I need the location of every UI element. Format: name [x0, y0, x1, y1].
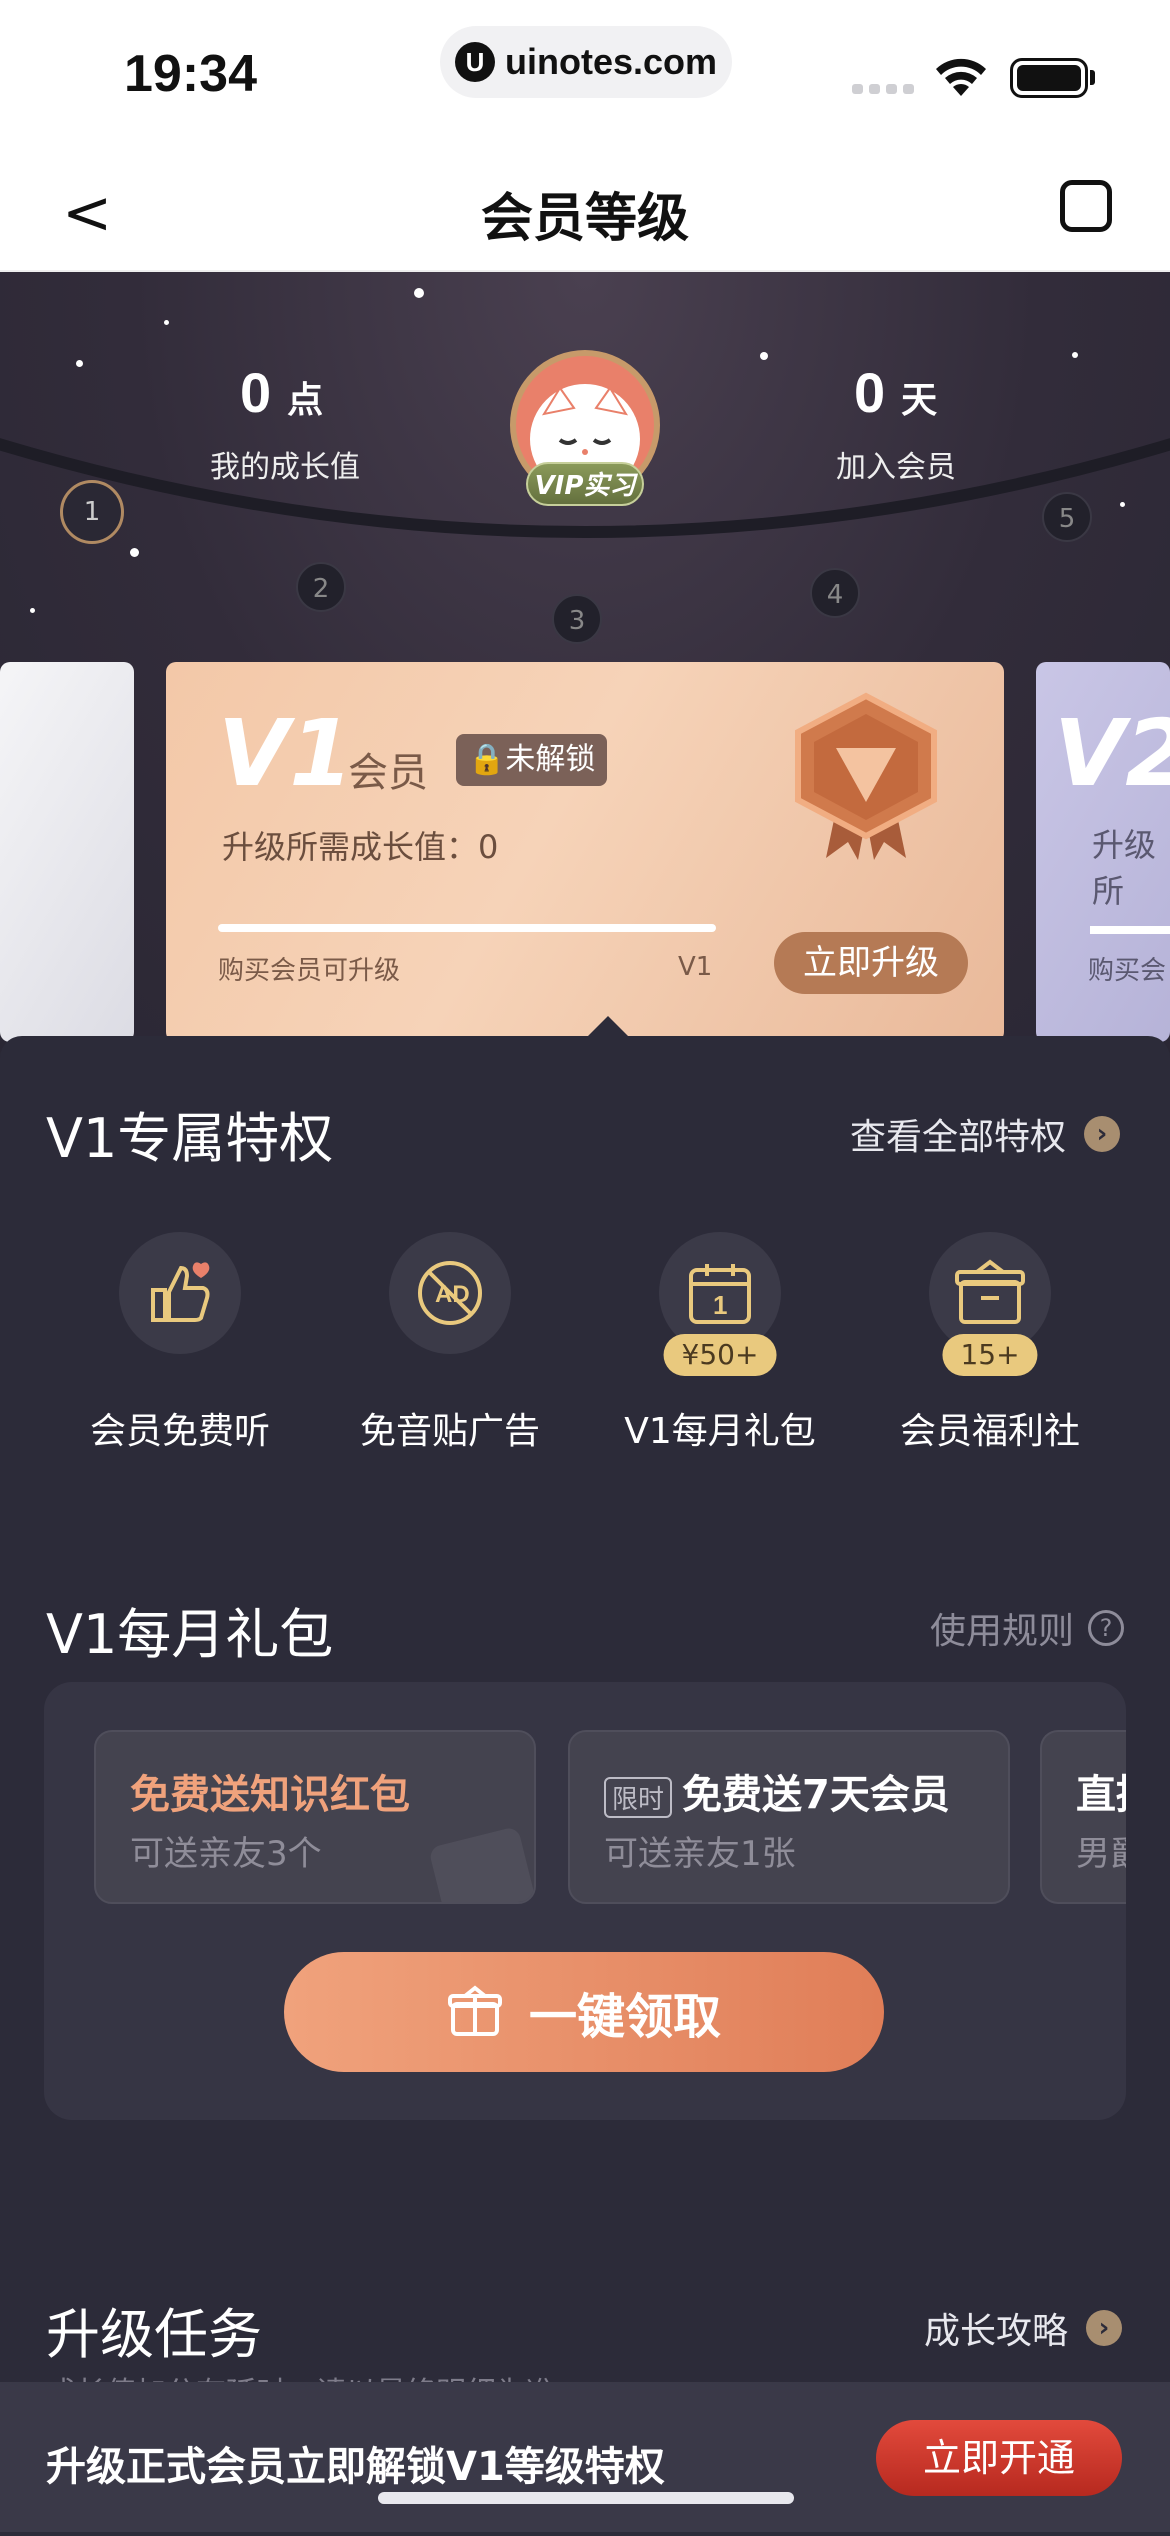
member-days: 0天 [854, 361, 938, 424]
level-card-v1[interactable]: V1 会员 🔒未解锁 升级所需成长值：0 购买会员可升级 V1 立即升级 [166, 662, 1004, 1042]
member-days-label: 加入会员 [836, 450, 956, 485]
privilege-label: V1每月礼包 [624, 1411, 816, 1452]
privilege-monthly-gift[interactable]: 1 ¥50+ V1每月礼包 [600, 1232, 840, 1454]
level-node-4[interactable]: 4 [810, 568, 860, 618]
usage-rules-link[interactable]: 使用规则 ? [930, 1602, 1125, 1654]
upgrade-tasks-title: 升级任务 [46, 2303, 262, 2366]
home-indicator[interactable] [378, 2492, 794, 2504]
site-logo-icon: U [454, 42, 495, 82]
bronze-medal-icon [795, 692, 937, 860]
open-membership-button[interactable]: 立即开通 [876, 2420, 1122, 2496]
privilege-label: 会员免费听 [89, 1411, 270, 1452]
page-title: 会员等级 [480, 189, 689, 249]
thumbs-up-icon [119, 1232, 241, 1354]
next-buy-hint: 购买会 [1088, 956, 1167, 986]
arrow-right-icon: › [1084, 1116, 1121, 1152]
member-word: 会员 [348, 750, 428, 796]
gift-card-live[interactable]: 直播 男爵 [1040, 1730, 1126, 1904]
card-pointer [586, 1016, 630, 1038]
buy-hint: 购买会员可升级 [218, 956, 401, 986]
growth-value: 0点 [240, 361, 324, 424]
upgrade-requirement: 升级所需成长值：0 [222, 828, 499, 866]
gift-card-7day-member[interactable]: 限时 免费送7天会员 可送亲友1张 [568, 1730, 1010, 1904]
upgrade-button[interactable]: 立即升级 [774, 932, 968, 994]
level-node-2[interactable]: 2 [296, 562, 346, 612]
growth-label: 我的成长值 [210, 450, 360, 485]
progress-level-label: V1 [678, 952, 713, 982]
gift-card-red-packet[interactable]: 免费送知识红包 可送亲友3个 [94, 1730, 536, 1904]
level-node-1[interactable]: 1 [60, 480, 124, 544]
locked-badge: 🔒未解锁 [456, 734, 608, 786]
url-pill[interactable]: U uinotes.com [440, 26, 732, 98]
status-time: 19:34 [124, 45, 257, 103]
gift-value-badge: ¥50+ [663, 1334, 777, 1376]
battery-tip [1090, 70, 1095, 85]
view-all-privileges-link[interactable]: 查看全部特权 › [850, 1108, 1121, 1160]
monthly-gift-title: V1每月礼包 [46, 1603, 334, 1666]
growth-progress-bar [218, 924, 716, 932]
privilege-no-ads[interactable]: AD 免音贴广告 [330, 1232, 570, 1454]
level-node-5[interactable]: 5 [1042, 492, 1092, 542]
battery-icon [1010, 58, 1088, 98]
lock-icon: 🔒 [468, 742, 506, 777]
privilege-label: 免音贴广告 [359, 1411, 540, 1452]
privilege-label: 会员福利社 [899, 1411, 1080, 1452]
growth-guide-link[interactable]: 成长攻略 › [924, 2302, 1123, 2354]
privilege-welfare[interactable]: 15+ 会员福利社 [870, 1232, 1110, 1454]
gift-box-icon: 15+ [929, 1232, 1051, 1376]
cellular-signal-icon [852, 84, 914, 94]
level-name: V1 [218, 700, 354, 807]
vip-badge: VIP实习 [526, 462, 644, 506]
next-level-name: V2 [1054, 700, 1170, 807]
claim-all-button[interactable]: 一键领取 [284, 1952, 884, 2072]
svg-text:AD: AD [435, 1281, 470, 1308]
arrow-right-icon: › [1086, 2310, 1123, 2346]
level-card-previous[interactable] [0, 662, 134, 1042]
level-node-3[interactable]: 3 [552, 594, 602, 644]
limited-tag: 限时 [604, 1776, 673, 1818]
privilege-free-listen[interactable]: 会员免费听 [60, 1232, 300, 1454]
privileges-title: V1专属特权 [46, 1107, 334, 1170]
share-icon[interactable] [1060, 180, 1112, 232]
no-ad-icon: AD [389, 1232, 511, 1354]
gift-icon [447, 1985, 502, 2036]
welfare-count-badge: 15+ [942, 1334, 1038, 1376]
next-level-requirement: 升级所 [1092, 826, 1157, 910]
wifi-icon [936, 58, 986, 96]
calendar-icon: 1 ¥50+ [659, 1232, 781, 1376]
promo-text: 升级正式会员立即解锁V1等级特权 [46, 2444, 665, 2490]
next-progress-bar [1090, 926, 1170, 934]
svg-text:1: 1 [713, 1290, 727, 1320]
help-icon: ? [1088, 1610, 1125, 1646]
url-text: uinotes.com [504, 41, 718, 82]
